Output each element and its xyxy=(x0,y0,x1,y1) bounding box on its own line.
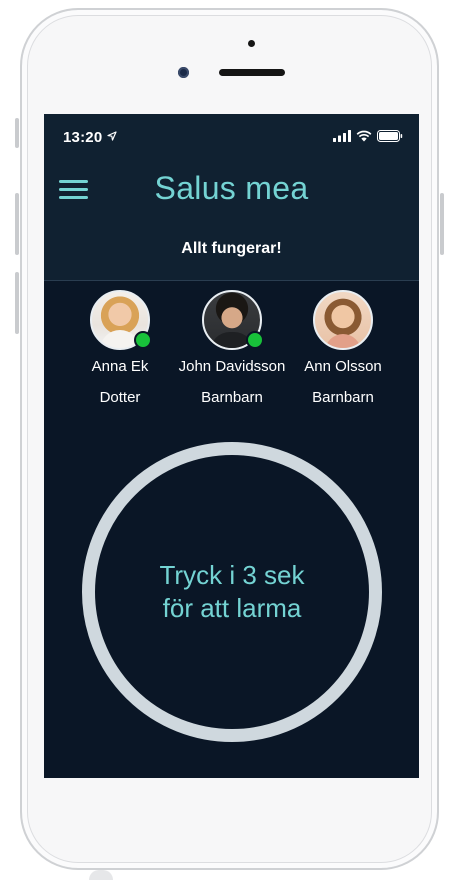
app-title: Salus mea xyxy=(154,170,309,206)
contact-name: John Davidsson xyxy=(178,358,286,375)
contact-relation: Barnbarn xyxy=(201,389,263,406)
avatar xyxy=(313,290,373,350)
avatar xyxy=(90,290,152,350)
alarm-button[interactable]: Tryck i 3 sek för att larma xyxy=(82,442,382,742)
home-button xyxy=(89,870,113,880)
contact-anna-ek[interactable]: Anna Ek Dotter xyxy=(60,290,180,406)
header-bar: 13:20 Salus mea Allt fungerar! xyxy=(44,114,419,281)
volume-down-button xyxy=(15,272,19,334)
wifi-icon xyxy=(356,130,372,142)
power-button xyxy=(440,193,444,255)
contact-relation: Dotter xyxy=(99,389,141,406)
online-status-indicator xyxy=(134,331,152,349)
earpiece-speaker xyxy=(219,69,285,76)
alarm-instruction-line-2: för att larma xyxy=(162,593,302,623)
signal-icon xyxy=(333,130,351,142)
avatar xyxy=(202,290,264,350)
status-time: 13:20 xyxy=(63,129,103,146)
system-status-message: Allt fungerar! xyxy=(181,240,282,257)
contact-name: Anna Ek xyxy=(91,358,149,375)
mute-switch xyxy=(15,118,19,148)
front-camera xyxy=(178,67,189,78)
contact-relation: Barnbarn xyxy=(312,389,374,406)
alarm-instruction-line-1: Tryck i 3 sek xyxy=(159,560,305,590)
front-sensor xyxy=(248,40,255,47)
contact-ann-olsson[interactable]: Ann Olsson Barnbarn xyxy=(283,290,403,406)
status-icons xyxy=(333,130,403,142)
battery-icon xyxy=(377,130,403,142)
online-status-indicator xyxy=(246,331,264,349)
volume-up-button xyxy=(15,193,19,255)
contact-name: Ann Olsson xyxy=(304,358,382,375)
contact-john-davidsson[interactable]: John Davidsson Barnbarn xyxy=(172,290,292,406)
app-screen: 13:20 Salus mea Allt fungerar! Anna Ek D… xyxy=(44,114,419,778)
location-arrow-icon xyxy=(107,131,117,141)
